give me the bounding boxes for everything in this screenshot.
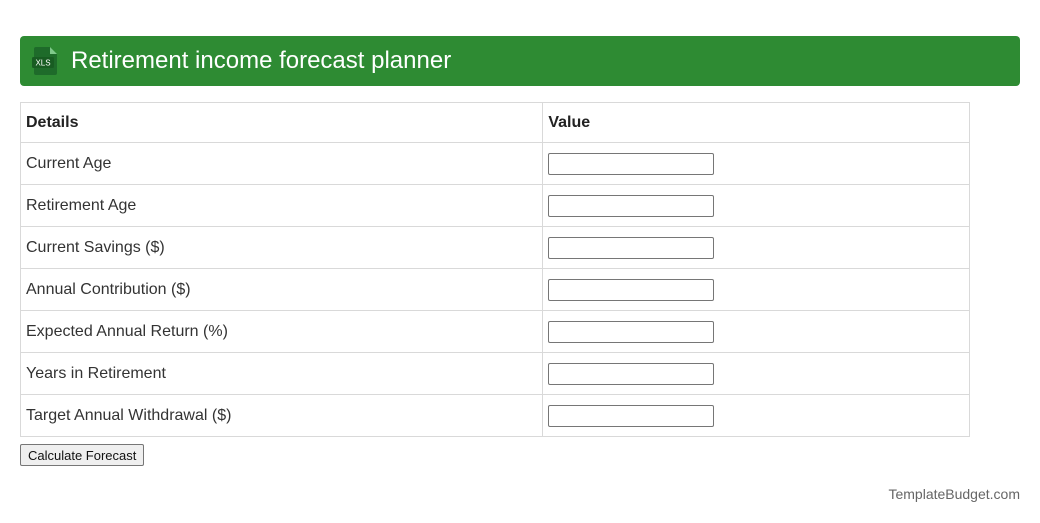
- expected-annual-return-input[interactable]: [548, 320, 715, 343]
- target-annual-withdrawal-label: Target Annual Withdrawal ($): [19, 394, 544, 437]
- current-age-input[interactable]: [548, 152, 715, 175]
- column-header-value: Value: [542, 102, 970, 143]
- footer-brand: TemplateBudget.com: [888, 486, 1020, 502]
- current-savings-label: Current Savings ($): [19, 226, 544, 269]
- table-row: Target Annual Withdrawal ($): [19, 394, 970, 437]
- table-row: Annual Contribution ($): [19, 268, 970, 311]
- expected-annual-return-label: Expected Annual Return (%): [19, 310, 544, 353]
- annual-contribution-label: Annual Contribution ($): [19, 268, 544, 311]
- retirement-age-input[interactable]: [548, 194, 715, 217]
- forecast-input-table: Details Value Current Age Retirement Age…: [19, 102, 970, 437]
- table-row: Current Savings ($): [19, 226, 970, 269]
- years-in-retirement-cell: [542, 352, 970, 395]
- table-row: Expected Annual Return (%): [19, 310, 970, 353]
- expected-annual-return-cell: [542, 310, 970, 353]
- page-title: Retirement income forecast planner: [71, 47, 452, 74]
- current-savings-input[interactable]: [548, 236, 715, 259]
- current-savings-cell: [542, 226, 970, 269]
- xls-file-icon: XLS: [32, 47, 57, 75]
- table-row: Retirement Age: [19, 184, 970, 227]
- retirement-age-cell: [542, 184, 970, 227]
- retirement-age-label: Retirement Age: [19, 184, 544, 227]
- current-age-label: Current Age: [19, 142, 544, 185]
- page-header: XLS Retirement income forecast planner: [20, 36, 1020, 86]
- annual-contribution-input[interactable]: [548, 278, 715, 301]
- years-in-retirement-input[interactable]: [548, 362, 715, 385]
- annual-contribution-cell: [542, 268, 970, 311]
- calculate-forecast-button[interactable]: Calculate Forecast: [20, 444, 145, 466]
- column-header-details: Details: [19, 102, 544, 143]
- table-row: Current Age: [19, 142, 970, 185]
- target-annual-withdrawal-input[interactable]: [548, 404, 715, 427]
- target-annual-withdrawal-cell: [542, 394, 970, 437]
- current-age-cell: [542, 142, 970, 185]
- years-in-retirement-label: Years in Retirement: [19, 352, 544, 395]
- table-header-row: Details Value: [19, 102, 970, 143]
- xls-icon-label: XLS: [35, 59, 50, 68]
- table-row: Years in Retirement: [19, 352, 970, 395]
